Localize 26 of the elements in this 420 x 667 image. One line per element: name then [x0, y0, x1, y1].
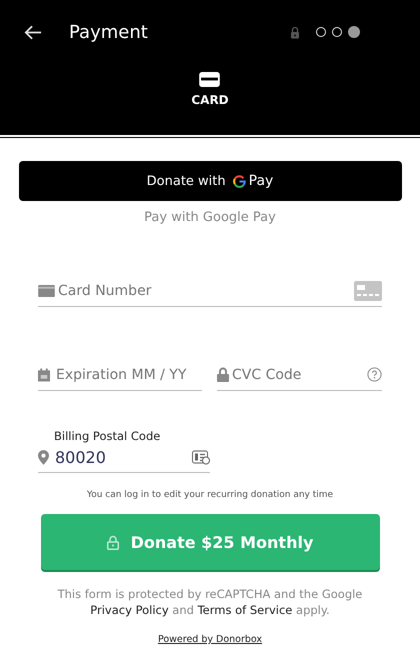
- page-title: Payment: [69, 22, 148, 42]
- google-pay-caption: Pay with Google Pay: [144, 210, 276, 225]
- calendar-icon: [38, 368, 50, 382]
- cvc-field[interactable]: CVC Code: [229, 366, 367, 382]
- card-icon: [38, 284, 55, 296]
- lock-icon: [106, 534, 119, 550]
- postal-code-field[interactable]: 80020: [49, 448, 192, 467]
- powered-by-link[interactable]: Powered by Donorbox: [158, 634, 262, 645]
- postal-code-label: Billing Postal Code: [54, 429, 162, 443]
- help-icon[interactable]: [367, 367, 382, 382]
- map-pin-icon: [38, 450, 49, 465]
- back-icon[interactable]: [24, 24, 42, 40]
- card-tab[interactable]: CARD: [191, 72, 229, 107]
- terms-link[interactable]: Terms of Service: [198, 603, 292, 617]
- recaptcha-notice: This form is protected by reCAPTCHA and the Google Privacy Policy and Terms of Service apply.: [56, 586, 364, 618]
- lock-icon: [217, 367, 229, 382]
- card-icon: [199, 72, 220, 87]
- google-logo-icon: [232, 174, 246, 188]
- expiration-field[interactable]: Expiration MM / YY: [53, 366, 202, 382]
- login-note: You can log in to edit your recurring donation any time: [86, 490, 334, 500]
- address-card-icon: [192, 450, 210, 465]
- lock-icon: [290, 26, 300, 38]
- google-pay-button[interactable]: Donate with Pay: [18, 161, 402, 201]
- card-number-field[interactable]: Card Number: [55, 282, 354, 298]
- card-brand-icon: [354, 280, 382, 300]
- privacy-policy-link[interactable]: Privacy Policy: [90, 603, 169, 617]
